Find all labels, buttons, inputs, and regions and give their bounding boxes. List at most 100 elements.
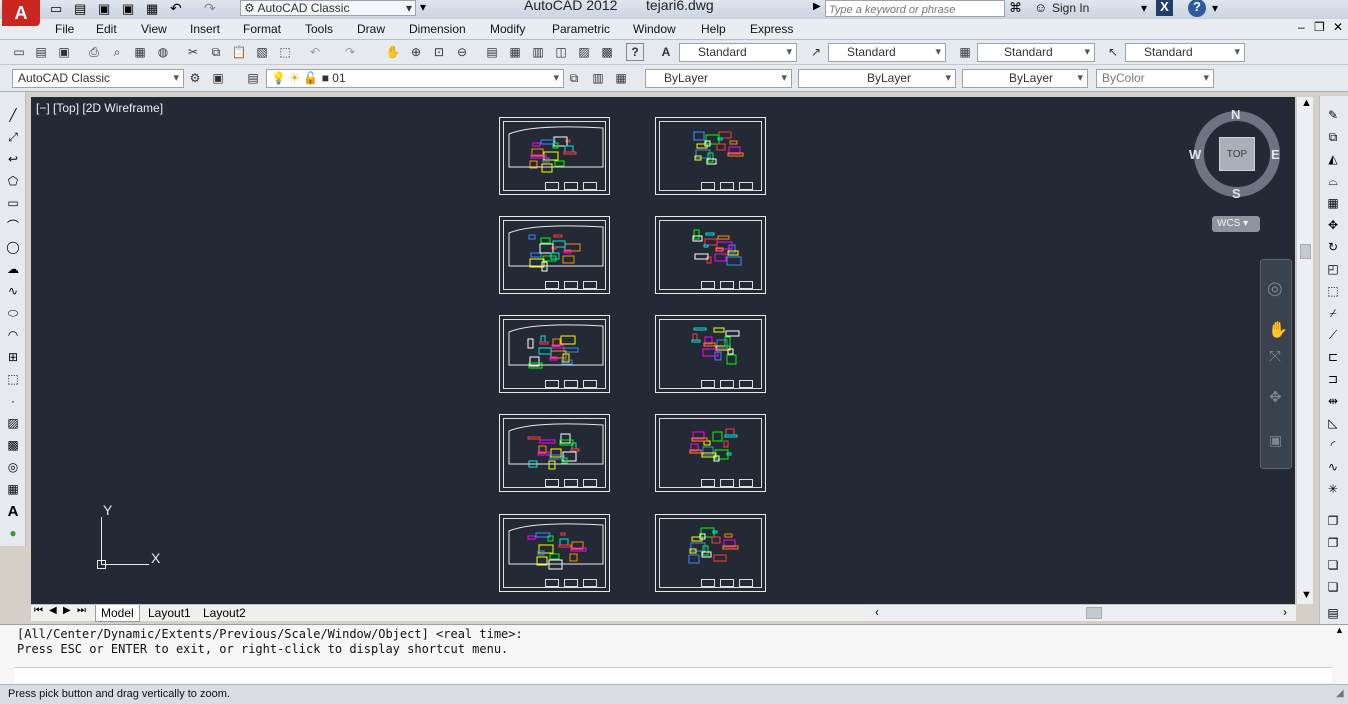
mirror-icon[interactable]: ◭ [1324,150,1342,168]
insert-block-icon[interactable]: ⊞ [4,348,22,366]
menu-insert[interactable]: Insert [190,22,220,36]
erase-icon[interactable]: ✎ [1324,106,1342,124]
plot-icon[interactable]: ⎙ [85,43,103,61]
command-scroll-up-icon[interactable]: ▲ [1335,625,1344,635]
copy-object-icon[interactable]: ⧉ [1324,128,1342,146]
minimize-doc-icon[interactable]: – [1298,20,1305,34]
trim-icon[interactable]: ⌿ [1324,304,1342,322]
hscroll-thumb[interactable] [1086,607,1102,619]
menu-express[interactable]: Express [750,22,793,36]
qat-dropdown-icon[interactable]: ▾ [420,0,426,14]
properties-icon[interactable]: ▤ [483,43,501,61]
horizontal-scrollbar[interactable]: ‹ › [865,604,1296,621]
polygon-icon[interactable]: ⬠ [4,172,22,190]
table-style-icon[interactable]: ▦ [956,43,974,61]
array-icon[interactable]: ▦ [1324,194,1342,212]
offset-icon[interactable]: ⌓ [1324,172,1342,190]
blend-curves-icon[interactable]: ∿ [1324,458,1342,476]
pan-icon[interactable]: ✋ [384,43,402,61]
fillet-icon[interactable]: ◜ [1324,436,1342,454]
ellipse-icon[interactable]: ⬭ [4,304,22,322]
workspace-lock-icon[interactable]: ▣ [209,69,227,87]
table-icon[interactable]: ▦ [4,480,22,498]
help-icon[interactable]: ? [626,43,644,61]
paste-icon[interactable]: 📋 [230,43,248,61]
break-icon[interactable]: ⊐ [1324,370,1342,388]
drawing-sheet-7[interactable] [499,414,610,492]
tab-layout1[interactable]: Layout1 [143,605,196,621]
application-menu-button[interactable]: A [2,0,40,26]
menu-help[interactable]: Help [701,22,726,36]
drawing-sheet-2[interactable] [655,117,766,195]
revision-cloud-icon[interactable]: ☁ [4,260,22,278]
scroll-thumb[interactable] [1300,244,1311,259]
cut-icon[interactable]: ✂ [184,43,202,61]
viewport-controls-label[interactable]: [−] [Top] [2D Wireframe] [36,101,163,115]
spline-icon[interactable]: ∿ [4,282,22,300]
drawing-sheet-9[interactable] [499,514,610,592]
workspace-select[interactable]: AutoCAD Classic [12,69,184,88]
redo-icon[interactable]: ↷ [341,43,359,61]
drawing-sheet-10[interactable] [655,514,766,592]
arc-icon[interactable]: ⌒ [4,216,22,234]
table-style-select[interactable]: Standard [977,43,1095,62]
rotate-icon[interactable]: ↻ [1324,238,1342,256]
dim-style-icon[interactable]: ↗ [807,43,825,61]
first-tab-icon[interactable]: ⏮ [34,605,43,616]
help-icon[interactable]: ? [1188,0,1206,17]
command-window[interactable]: [All/Center/Dynamic/Extents/Previous/Sca… [0,624,1348,684]
ellipse-arc-icon[interactable]: ◠ [4,326,22,344]
search-arrow-icon[interactable]: ▶ [813,1,821,12]
dim-style-select[interactable]: Standard [828,43,946,62]
plot-preview-icon[interactable]: ⌕ [108,43,126,61]
line-icon[interactable]: ╱ [4,106,22,124]
menu-window[interactable]: Window [633,22,676,36]
tool-palettes-icon[interactable]: ▥ [529,43,547,61]
exchange-icon[interactable]: X [1156,0,1173,16]
hatch-icon[interactable]: ▨ [4,414,22,432]
3d-print-icon[interactable]: ◍ [154,43,172,61]
menu-dimension[interactable]: Dimension [409,22,466,36]
menu-file[interactable]: File [55,22,74,36]
chevron-down-icon[interactable]: ▾ [1212,1,1218,15]
orbit-icon[interactable]: ✥ [1269,388,1282,406]
text-front-icon[interactable]: ▤ [1324,604,1342,622]
last-tab-icon[interactable]: ⏭ [77,605,86,616]
viewcube-top-face[interactable]: TOP [1219,137,1255,171]
polyline-icon[interactable]: ↩ [4,150,22,168]
plotstyle-select[interactable]: ByColor [1096,69,1214,88]
menu-format[interactable]: Format [243,22,281,36]
prev-tab-icon[interactable]: ◀ [49,605,57,616]
binoculars-icon[interactable]: ⌘ [1009,0,1022,16]
qat-saveas-icon[interactable]: ▣ [122,1,134,17]
menu-modify[interactable]: Modify [490,22,525,36]
showmotion-icon[interactable]: ▣ [1269,432,1282,449]
compass-west[interactable]: W [1189,147,1201,162]
make-current-icon[interactable]: ⧉ [565,69,583,87]
search-input[interactable]: Type a keyword or phrase [825,0,1005,17]
zoom-previous-icon[interactable]: ⊖ [453,43,471,61]
multiline-text-icon[interactable]: A [4,502,22,520]
close-doc-icon[interactable]: ✕ [1333,20,1343,34]
workspace-switcher[interactable]: ⚙ AutoCAD Classic ▾ [240,0,416,16]
compass-south[interactable]: S [1232,186,1241,201]
make-block-icon[interactable]: ⬚ [4,370,22,388]
vertical-scrollbar[interactable]: ▲ ▼ [1296,97,1313,604]
command-input[interactable] [14,667,1332,683]
drawing-sheet-1[interactable] [499,117,610,195]
qat-undo-icon[interactable]: ↶ [170,0,182,17]
undo-icon[interactable]: ↶ [306,43,324,61]
menu-draw[interactable]: Draw [357,22,385,36]
mleader-style-icon[interactable]: ↖ [1104,43,1122,61]
tab-model[interactable]: Model [95,605,140,622]
point-icon[interactable]: · [4,392,22,410]
linetype-select[interactable]: ByLayer [798,69,956,88]
compass-east[interactable]: E [1271,147,1280,162]
layer-select[interactable]: 💡 ☀ 🔓 ■ 01 [266,69,564,88]
draworder-front-icon[interactable]: ❐ [1324,512,1342,530]
region-icon[interactable]: ◎ [4,458,22,476]
extend-icon[interactable]: ⟋ [1324,326,1342,344]
quickcalc-icon[interactable]: ▩ [598,43,616,61]
steering-wheel-icon[interactable]: ◎ [1267,278,1283,299]
draworder-back-icon[interactable]: ❐ [1324,534,1342,552]
